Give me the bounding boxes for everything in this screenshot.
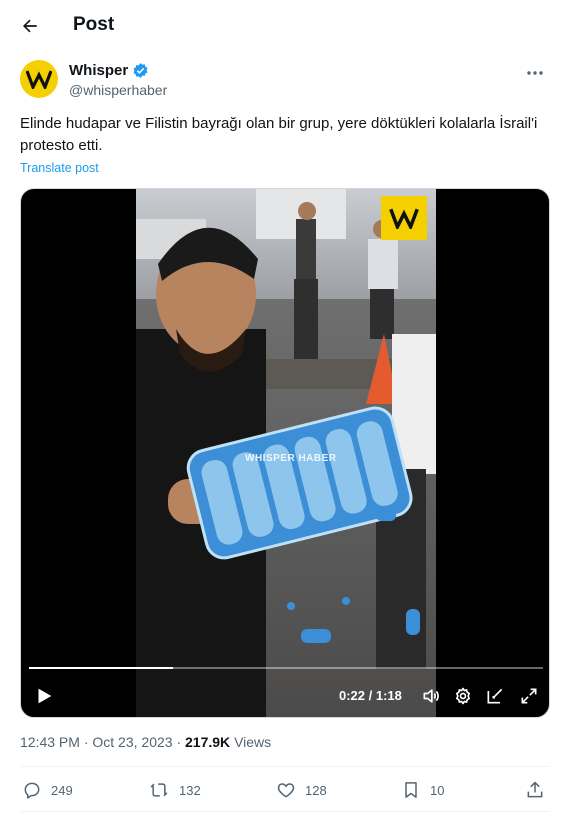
play-button[interactable]: [33, 685, 55, 707]
bookmark-icon: [405, 782, 417, 798]
views-label: Views: [234, 734, 272, 750]
video-time: 0:22 / 1:18: [339, 688, 402, 703]
post-time[interactable]: 12:43 PM: [20, 734, 80, 750]
play-icon: [38, 688, 52, 704]
share-button[interactable]: [525, 776, 545, 804]
video-player[interactable]: WHISPER HABER 0:22 / 1:18: [20, 188, 550, 718]
verified-badge-icon: [133, 63, 148, 78]
share-icon: [527, 781, 543, 798]
whisper-logo-icon: [389, 208, 419, 229]
repost-button[interactable]: 132: [148, 776, 201, 804]
whisper-watermark-logo: [381, 196, 427, 240]
divider: [20, 766, 550, 767]
gear-icon: [456, 687, 470, 705]
post-text: Elinde hudapar ve Filistin bayrağı olan …: [20, 115, 538, 154]
like-count: 128: [305, 782, 327, 798]
reply-button[interactable]: 249: [22, 776, 73, 804]
translate-post-link[interactable]: Translate post: [20, 161, 99, 175]
post-author: Whisper @whisperhaber: [20, 60, 550, 104]
fullscreen-button[interactable]: [517, 684, 541, 708]
post-meta: 12:43 PM · Oct 23, 2023 · 217.9K Views: [20, 734, 271, 750]
more-options-button[interactable]: [520, 62, 550, 84]
page-title: Post: [73, 14, 115, 35]
post-actions: 249 132 128 10: [20, 776, 550, 804]
video-progress-bar[interactable]: [29, 667, 543, 669]
heart-icon: [277, 783, 295, 798]
whisper-logo-icon: [26, 70, 52, 89]
back-button[interactable]: [14, 10, 46, 42]
reply-count: 249: [51, 782, 73, 798]
more-horizontal-icon: [527, 71, 543, 75]
like-button[interactable]: 128: [276, 776, 327, 804]
bookmark-count: 10: [430, 782, 445, 798]
repost-count: 132: [179, 782, 201, 798]
top-bar: Post: [0, 0, 567, 52]
video-watermark-text: WHISPER HABER: [245, 453, 337, 464]
post-date[interactable]: Oct 23, 2023: [92, 734, 172, 750]
expand-icon: [521, 688, 537, 704]
reply-icon: [24, 782, 40, 799]
author-name-text: Whisper: [69, 62, 129, 79]
author-handle[interactable]: @whisperhaber: [69, 82, 167, 98]
divider: [20, 811, 550, 812]
avatar[interactable]: [20, 60, 58, 98]
volume-button[interactable]: [419, 684, 443, 708]
repost-icon: [150, 783, 168, 797]
views-count: 217.9K: [185, 734, 231, 750]
volume-icon: [423, 689, 439, 703]
video-progress-fill: [29, 667, 173, 669]
arrow-left-icon: [23, 19, 37, 33]
pip-icon: [487, 688, 503, 704]
picture-in-picture-button[interactable]: [483, 684, 507, 708]
settings-button[interactable]: [451, 684, 475, 708]
bookmark-button[interactable]: 10: [401, 776, 444, 804]
video-controls: 0:22 / 1:18: [21, 679, 549, 713]
meta-separator: ·: [176, 734, 186, 750]
author-name[interactable]: Whisper: [69, 62, 149, 79]
